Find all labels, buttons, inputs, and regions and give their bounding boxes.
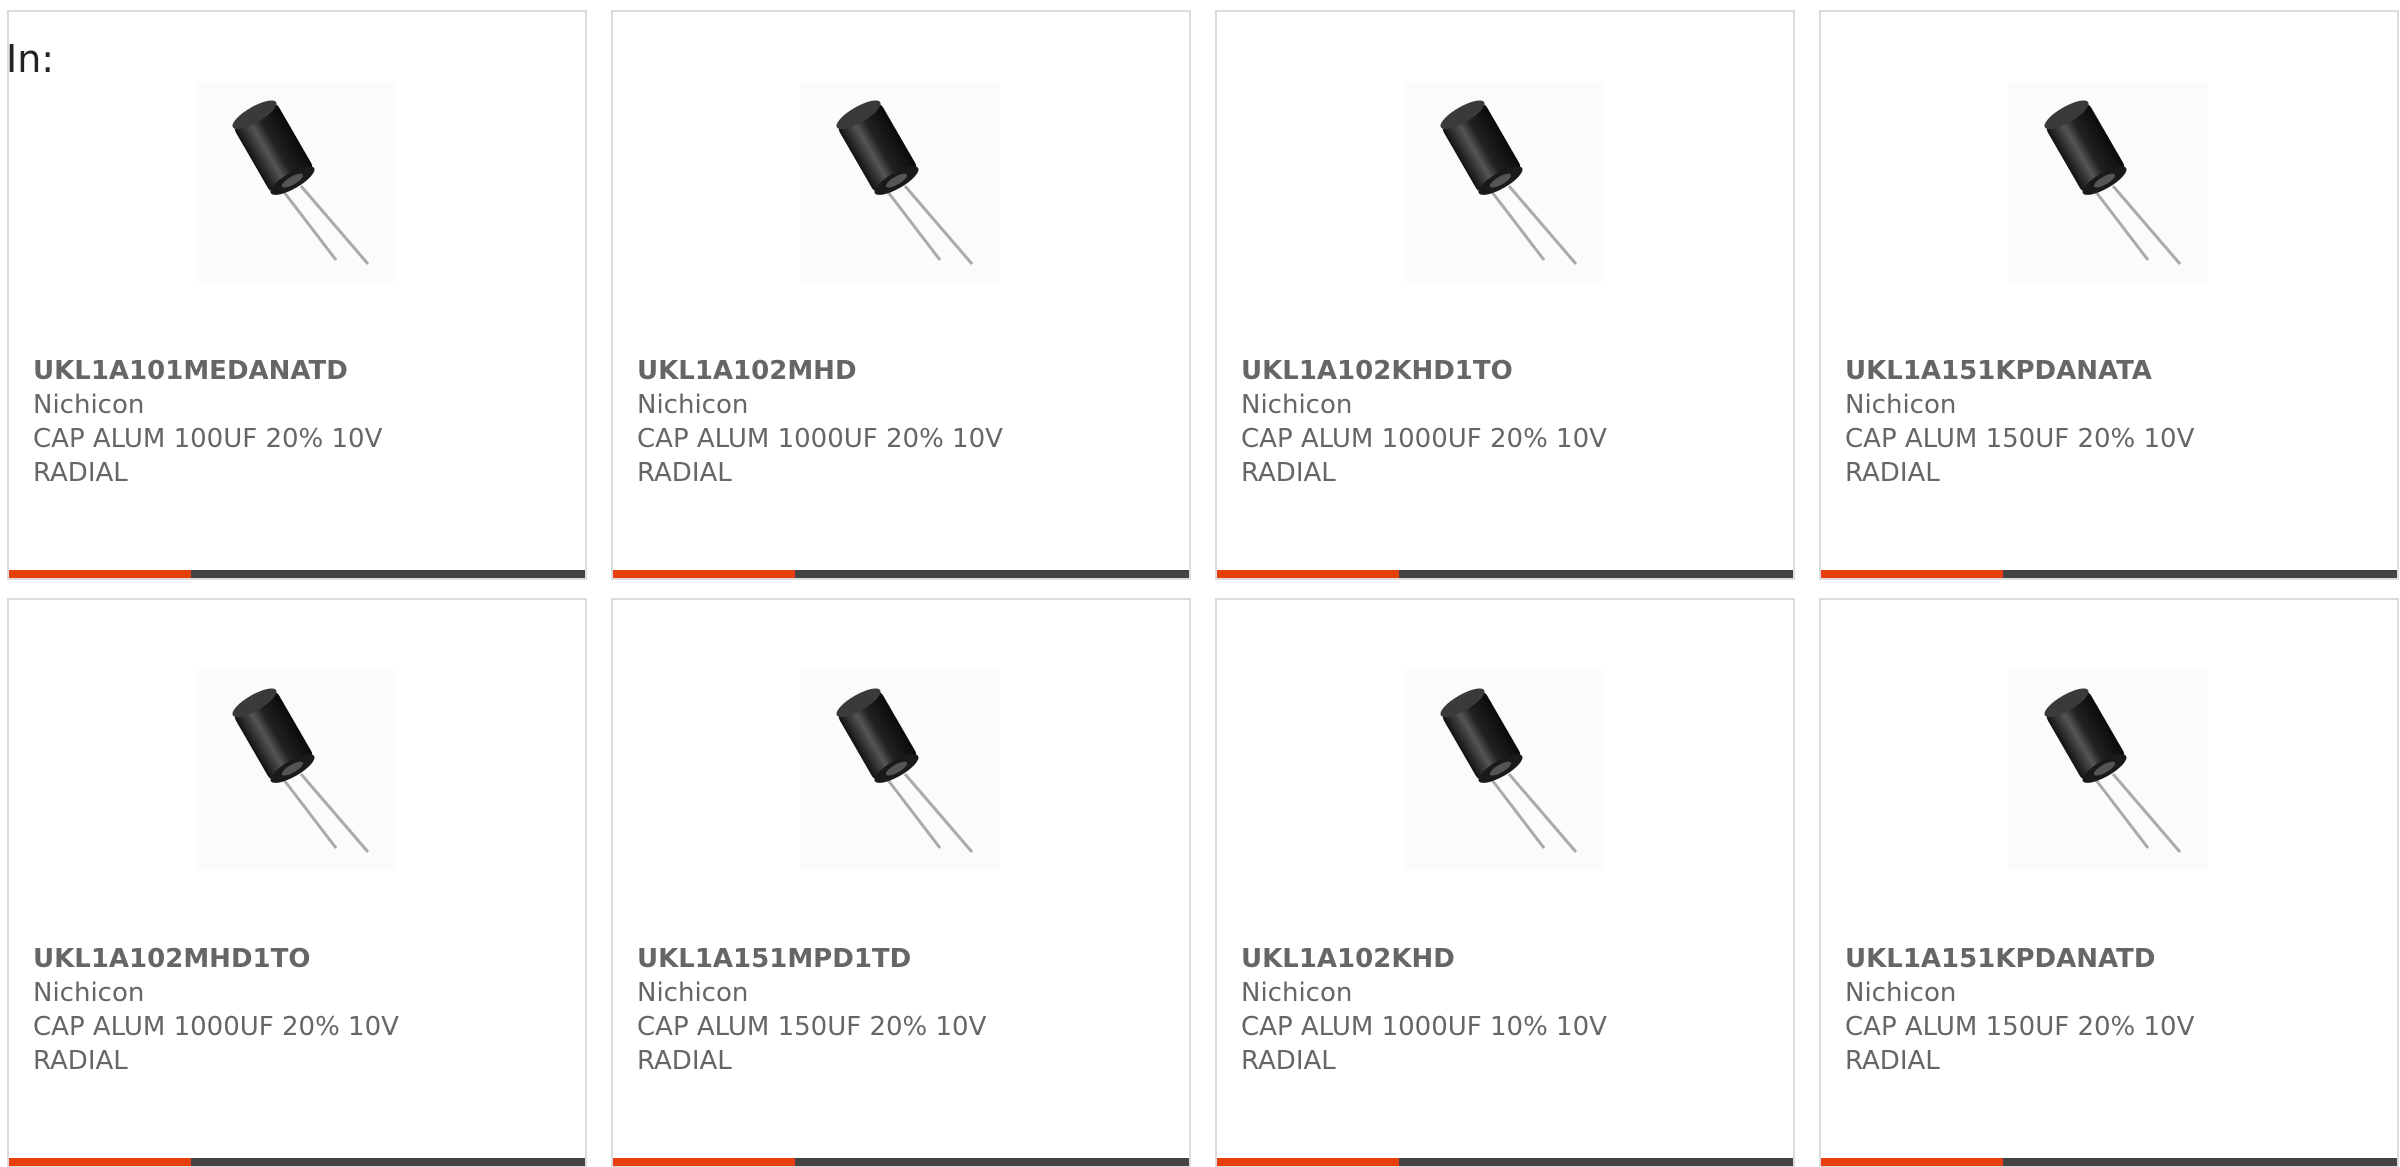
card-footer-bar [9,1158,585,1166]
product-description: CAP ALUM 1000UF 10% 10V RADIAL [1241,1012,1607,1076]
manufacturer-name: Nichicon [1241,390,1353,420]
capacitor-image[interactable] [2008,670,2208,870]
product-card[interactable]: UKL1A102MHD Nichicon CAP ALUM 1000UF 20%… [611,10,1191,580]
product-description: CAP ALUM 100UF 20% 10V RADIAL [33,424,383,488]
product-card[interactable]: UKL1A102KHD Nichicon CAP ALUM 1000UF 10%… [1215,598,1795,1167]
card-footer-bar [613,570,1189,578]
product-results-page: In: UKL1A101MEDANATD Nichicon CAP ALUM 1… [0,0,2400,1167]
product-info: UKL1A102KHD Nichicon CAP ALUM 1000UF 10%… [1241,942,1769,1078]
product-card[interactable]: UKL1A151MPD1TD Nichicon CAP ALUM 150UF 2… [611,598,1191,1167]
part-number-link[interactable]: UKL1A151KPDANATD [1845,942,2373,976]
product-card[interactable]: UKL1A151KPDANATA Nichicon CAP ALUM 150UF… [1819,10,2399,580]
product-info: UKL1A151MPD1TD Nichicon CAP ALUM 150UF 2… [637,942,1165,1078]
part-number-link[interactable]: UKL1A102MHD1TO [33,942,561,976]
capacitor-image[interactable] [800,670,1000,870]
manufacturer-name: Nichicon [1845,390,1957,420]
capacitor-image[interactable] [1404,82,1604,282]
product-card[interactable]: UKL1A101MEDANATD Nichicon CAP ALUM 100UF… [7,10,587,580]
card-accent-bar [9,570,191,578]
card-accent-bar [1217,1158,1399,1166]
manufacturer-name: Nichicon [637,390,749,420]
part-number-link[interactable]: UKL1A151MPD1TD [637,942,1165,976]
manufacturer-name: Nichicon [1845,978,1957,1008]
capacitor-image[interactable] [196,82,396,282]
capacitor-image[interactable] [1404,670,1604,870]
product-description: CAP ALUM 1000UF 20% 10V RADIAL [1241,424,1607,488]
manufacturer-name: Nichicon [33,978,145,1008]
manufacturer-name: Nichicon [1241,978,1353,1008]
product-info: UKL1A101MEDANATD Nichicon CAP ALUM 100UF… [33,354,561,490]
card-footer-bar [1821,570,2397,578]
part-number-link[interactable]: UKL1A151KPDANATA [1845,354,2373,388]
part-number-link[interactable]: UKL1A102MHD [637,354,1165,388]
product-info: UKL1A151KPDANATD Nichicon CAP ALUM 150UF… [1845,942,2373,1078]
card-footer-bar [9,570,585,578]
product-card[interactable]: UKL1A102KHD1TO Nichicon CAP ALUM 1000UF … [1215,10,1795,580]
product-card[interactable]: UKL1A151KPDANATD Nichicon CAP ALUM 150UF… [1819,598,2399,1167]
card-accent-bar [613,570,795,578]
part-number-link[interactable]: UKL1A102KHD [1241,942,1769,976]
product-info: UKL1A151KPDANATA Nichicon CAP ALUM 150UF… [1845,354,2373,490]
product-info: UKL1A102KHD1TO Nichicon CAP ALUM 1000UF … [1241,354,1769,490]
product-description: CAP ALUM 1000UF 20% 10V RADIAL [33,1012,399,1076]
product-grid: UKL1A101MEDANATD Nichicon CAP ALUM 100UF… [7,10,2399,1167]
capacitor-image[interactable] [2008,82,2208,282]
card-footer-bar [1821,1158,2397,1166]
product-description: CAP ALUM 1000UF 20% 10V RADIAL [637,424,1003,488]
in-label: In: [6,37,55,81]
card-accent-bar [613,1158,795,1166]
part-number-link[interactable]: UKL1A102KHD1TO [1241,354,1769,388]
product-info: UKL1A102MHD Nichicon CAP ALUM 1000UF 20%… [637,354,1165,490]
card-accent-bar [1821,1158,2003,1166]
card-accent-bar [9,1158,191,1166]
product-description: CAP ALUM 150UF 20% 10V RADIAL [1845,424,2195,488]
product-info: UKL1A102MHD1TO Nichicon CAP ALUM 1000UF … [33,942,561,1078]
manufacturer-name: Nichicon [637,978,749,1008]
manufacturer-name: Nichicon [33,390,145,420]
product-description: CAP ALUM 150UF 20% 10V RADIAL [1845,1012,2195,1076]
product-card[interactable]: UKL1A102MHD1TO Nichicon CAP ALUM 1000UF … [7,598,587,1167]
capacitor-image[interactable] [196,670,396,870]
card-footer-bar [1217,570,1793,578]
product-description: CAP ALUM 150UF 20% 10V RADIAL [637,1012,987,1076]
part-number-link[interactable]: UKL1A101MEDANATD [33,354,561,388]
card-accent-bar [1217,570,1399,578]
card-footer-bar [1217,1158,1793,1166]
card-footer-bar [613,1158,1189,1166]
card-accent-bar [1821,570,2003,578]
capacitor-image[interactable] [800,82,1000,282]
